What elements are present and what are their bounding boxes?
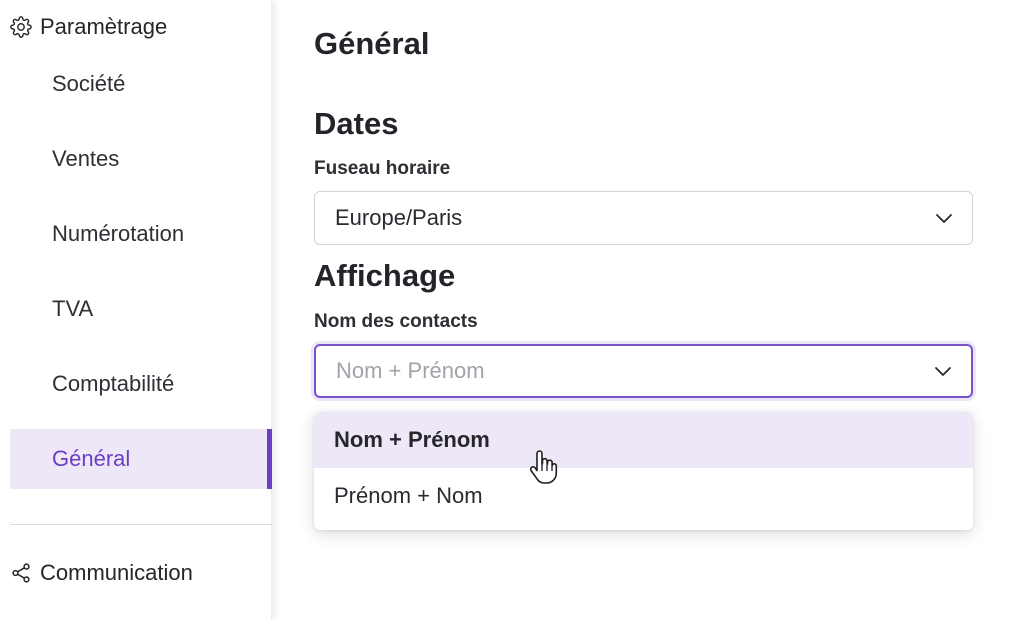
page-title: Général — [314, 26, 430, 61]
communication-section-label: Communication — [40, 560, 193, 585]
sidebar-item-label: Général — [52, 446, 131, 471]
chevron-down-icon — [934, 208, 954, 228]
option-prenom-nom[interactable]: Prénom + Nom — [314, 468, 973, 524]
option-label: Nom + Prénom — [334, 427, 490, 452]
communication-section-header[interactable]: Communication — [10, 560, 193, 586]
timezone-value: Europe/Paris — [335, 205, 463, 230]
sidebar-item-label: Comptabilité — [52, 371, 175, 396]
chevron-down-icon — [933, 361, 953, 381]
sidebar-item-societe[interactable]: Société — [10, 54, 272, 114]
sidebar-item-label: Numérotation — [52, 221, 185, 246]
contact-name-select[interactable]: Nom + Prénom — [314, 344, 973, 398]
sidebar-item-comptabilite[interactable]: Comptabilité — [10, 354, 272, 414]
sidebar-item-label: Société — [52, 71, 126, 96]
settings-section-label: Paramètrage — [40, 14, 168, 39]
main-content: Général Dates Fuseau horaire Europe/Pari… — [314, 0, 1014, 620]
dates-section-title: Dates — [314, 106, 399, 141]
timezone-label: Fuseau horaire — [314, 158, 451, 179]
gear-icon — [10, 16, 32, 38]
sidebar-divider — [10, 524, 272, 525]
contact-name-placeholder: Nom + Prénom — [336, 358, 485, 383]
hand-pointer-icon — [528, 450, 558, 484]
option-label: Prénom + Nom — [334, 483, 483, 508]
contact-name-dropdown: Nom + Prénom Prénom + Nom — [314, 412, 973, 530]
sidebar-item-general[interactable]: Général — [10, 429, 272, 489]
sidebar-item-tva[interactable]: TVA — [10, 279, 272, 339]
sidebar: Paramètrage Société Ventes Numérotation … — [0, 0, 272, 620]
sidebar-item-label: TVA — [52, 296, 94, 321]
settings-app: Paramètrage Société Ventes Numérotation … — [0, 0, 1024, 620]
settings-section-header[interactable]: Paramètrage — [10, 14, 167, 40]
sidebar-item-label: Ventes — [52, 146, 120, 171]
timezone-select[interactable]: Europe/Paris — [314, 191, 973, 245]
display-section-title: Affichage — [314, 258, 456, 293]
sidebar-item-ventes[interactable]: Ventes — [10, 129, 272, 189]
option-nom-prenom[interactable]: Nom + Prénom — [314, 412, 973, 468]
sidebar-item-numerotation[interactable]: Numérotation — [10, 204, 272, 264]
contact-name-label: Nom des contacts — [314, 311, 478, 332]
share-icon — [10, 562, 32, 584]
